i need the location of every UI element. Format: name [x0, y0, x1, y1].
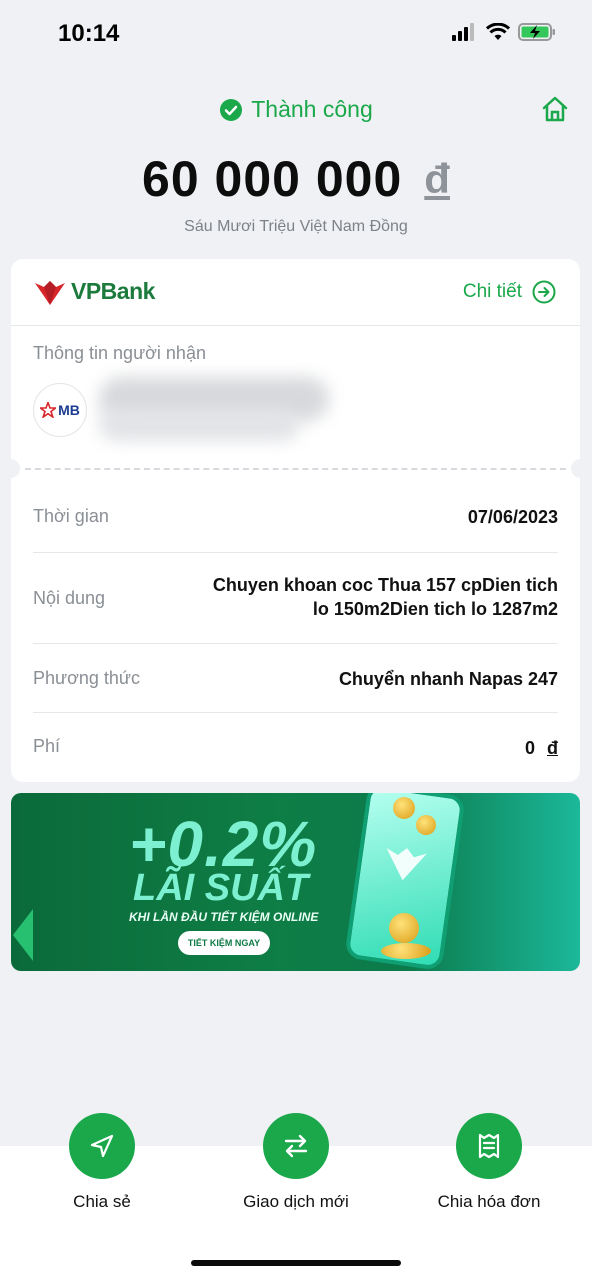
- banner-subtitle: KHI LẦN ĐẦU TIẾT KIỆM ONLINE: [129, 910, 319, 924]
- amount-value: 60 000 000: [142, 151, 403, 207]
- ticket-divider: [1, 459, 590, 478]
- notch-right: [571, 459, 590, 478]
- signal-icon: [452, 23, 474, 41]
- success-text: Thành công: [251, 96, 373, 122]
- detail-value: Chuyển nhanh Napas 247: [338, 669, 558, 689]
- notch-left: [1, 459, 20, 478]
- split-bill-label: Chia hóa đơn: [437, 1192, 541, 1211]
- recipient-section-label: Thông tin người nhận: [33, 343, 206, 363]
- wifi-icon: [486, 23, 510, 40]
- coin: [393, 797, 415, 819]
- detail-row-method: Phương thức Chuyển nhanh Napas 247: [33, 643, 558, 713]
- status-time: 10:14: [58, 20, 120, 47]
- banner-arrow-decoration: [13, 909, 33, 961]
- detail-label: Phương thức: [33, 668, 140, 688]
- home-icon[interactable]: [540, 94, 570, 124]
- save-now-button[interactable]: TIẾT KIỆM NGAY: [178, 931, 270, 955]
- bank-row: VPBank Chi tiết: [11, 259, 580, 326]
- vpbank-emblem-icon: [35, 280, 65, 305]
- transaction-card-top: VPBank Chi tiết Thông tin người nhận MB: [11, 259, 580, 459]
- success-status: Thành công: [0, 96, 592, 123]
- dashed-line: [25, 468, 566, 470]
- coin: [416, 815, 436, 835]
- fee-currency: đ: [547, 738, 558, 758]
- split-bill-action[interactable]: Chia hóa đơn: [419, 1113, 559, 1212]
- detail-row-time: Thời gian 07/06/2023: [33, 478, 558, 553]
- home-indicator[interactable]: [191, 1260, 401, 1266]
- redacted-recipient-account: [99, 409, 299, 441]
- vpbank-emblem-icon: [386, 847, 427, 881]
- savings-promo-banner[interactable]: +0.2% LÃI SUẤT KHI LẦN ĐẦU TIẾT KIỆM ONL…: [11, 793, 580, 971]
- status-icons: [452, 22, 556, 42]
- status-bar: 10:14: [0, 0, 592, 66]
- share-action[interactable]: Chia sẻ: [32, 1113, 172, 1212]
- detail-label: Chi tiết: [462, 281, 522, 302]
- new-transaction-action[interactable]: Giao dịch mới: [226, 1113, 366, 1212]
- mb-logo-text: MB: [58, 402, 80, 418]
- check-circle-icon: [220, 98, 243, 121]
- detail-value: 07/06/2023: [467, 507, 558, 527]
- new-transaction-label: Giao dịch mới: [243, 1192, 349, 1211]
- detail-label: Thời gian: [33, 506, 109, 526]
- vpbank-logo: VPBank: [33, 278, 155, 305]
- detail-value-line2: lo 150m2Dien tich lo 1287m2: [312, 599, 558, 619]
- swap-icon: [284, 1134, 308, 1158]
- result-header: Thành công: [0, 92, 592, 132]
- detail-row-fee: Phí 0đ: [33, 712, 558, 782]
- detail-label: Nội dung: [33, 588, 106, 608]
- fee-amount: 0: [524, 738, 535, 758]
- coin-pile: [381, 943, 431, 959]
- arrow-circle-right-icon: [532, 280, 556, 304]
- send-icon: [90, 1134, 114, 1158]
- detail-value-line1: Chuyen khoan coc Thua 157 cpDien tich: [212, 575, 558, 595]
- transaction-details: Thời gian 07/06/2023 Nội dung Chuyen kho…: [11, 478, 580, 782]
- detail-value: Chuyen khoan coc Thua 157 cpDien tich lo…: [213, 573, 558, 621]
- detail-row-content: Nội dung Chuyen khoan coc Thua 157 cpDie…: [33, 552, 558, 644]
- split-bill-button[interactable]: [456, 1113, 522, 1179]
- amount-currency: đ: [424, 155, 450, 202]
- bank-name: VPBank: [71, 278, 155, 304]
- share-label: Chia sẻ: [73, 1192, 131, 1211]
- share-button[interactable]: [69, 1113, 135, 1179]
- recipient-bank-avatar: MB: [33, 383, 87, 437]
- detail-label: Phí: [33, 736, 61, 756]
- new-transaction-button[interactable]: [263, 1113, 329, 1179]
- transfer-amount: 60 000 000 đ: [0, 150, 592, 208]
- mb-star-icon: [40, 402, 57, 418]
- detail-button[interactable]: Chi tiết: [463, 280, 556, 304]
- banner-title: LÃI SUẤT: [133, 867, 309, 909]
- detail-value: 0đ: [525, 736, 558, 760]
- receipt-icon: [478, 1133, 500, 1159]
- battery-charging-icon: [518, 23, 555, 41]
- coin: [389, 913, 419, 943]
- amount-in-words: Sáu Mươi Triệu Việt Nam Đồng: [184, 218, 408, 235]
